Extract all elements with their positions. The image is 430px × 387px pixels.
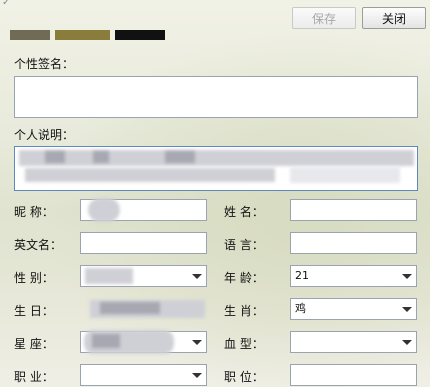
avatar-strip [10,30,170,40]
occupation-select[interactable] [80,364,207,386]
birthday-label: 生 日： [14,304,54,318]
description-input[interactable] [14,146,418,191]
redacted-text [19,150,414,166]
surname-label: 姓 名： [224,205,264,219]
save-button[interactable]: 保存 [292,7,356,29]
position-field[interactable] [290,364,417,386]
english-name-field[interactable] [80,232,207,254]
redacted-text [93,151,109,163]
close-button[interactable]: 关闭 [362,7,426,29]
zodiac-value: 鸡 [295,302,306,315]
redacted-text [88,198,120,222]
top-left-glyph-icon: ✓ [2,0,11,8]
redacted-text [85,268,133,284]
zodiac-select[interactable]: 鸡 [290,298,417,320]
english-name-label: 英文名： [14,238,63,252]
redacted-text [92,334,120,348]
redacted-text [45,151,65,163]
age-value: 21 [295,269,309,282]
surname-field[interactable] [290,199,417,221]
zodiac-label: 生 肖： [224,304,264,318]
age-select[interactable]: 21 [290,265,417,287]
redacted-text [100,302,160,314]
chevron-down-icon [192,340,202,345]
gender-label: 性 别： [14,271,54,285]
avatar-thumb-1 [10,30,50,40]
description-label: 个人说明： [14,128,75,142]
age-label: 年 龄： [224,271,264,285]
chevron-down-icon [192,274,202,279]
language-label: 语 言： [224,238,264,252]
signature-input[interactable] [14,76,418,118]
redacted-text [165,151,195,163]
chevron-down-icon [192,373,202,378]
chevron-down-icon [402,307,412,312]
blood-type-select[interactable] [290,331,417,353]
chevron-down-icon [402,340,412,345]
redacted-text [25,168,275,182]
top-toolbar: ✓ 保存 关闭 [0,0,430,40]
signature-label: 个性签名： [14,57,75,71]
avatar-thumb-3 [115,30,165,40]
constellation-label: 星 座： [14,337,54,351]
occupation-label: 职 业： [14,370,54,384]
language-field[interactable] [290,232,417,254]
redacted-text [290,167,400,183]
avatar-thumb-2 [55,30,110,40]
blood-type-label: 血 型： [224,337,264,351]
nickname-label: 昵 称： [14,205,54,219]
position-label: 职 位： [224,370,264,384]
chevron-down-icon [402,274,412,279]
